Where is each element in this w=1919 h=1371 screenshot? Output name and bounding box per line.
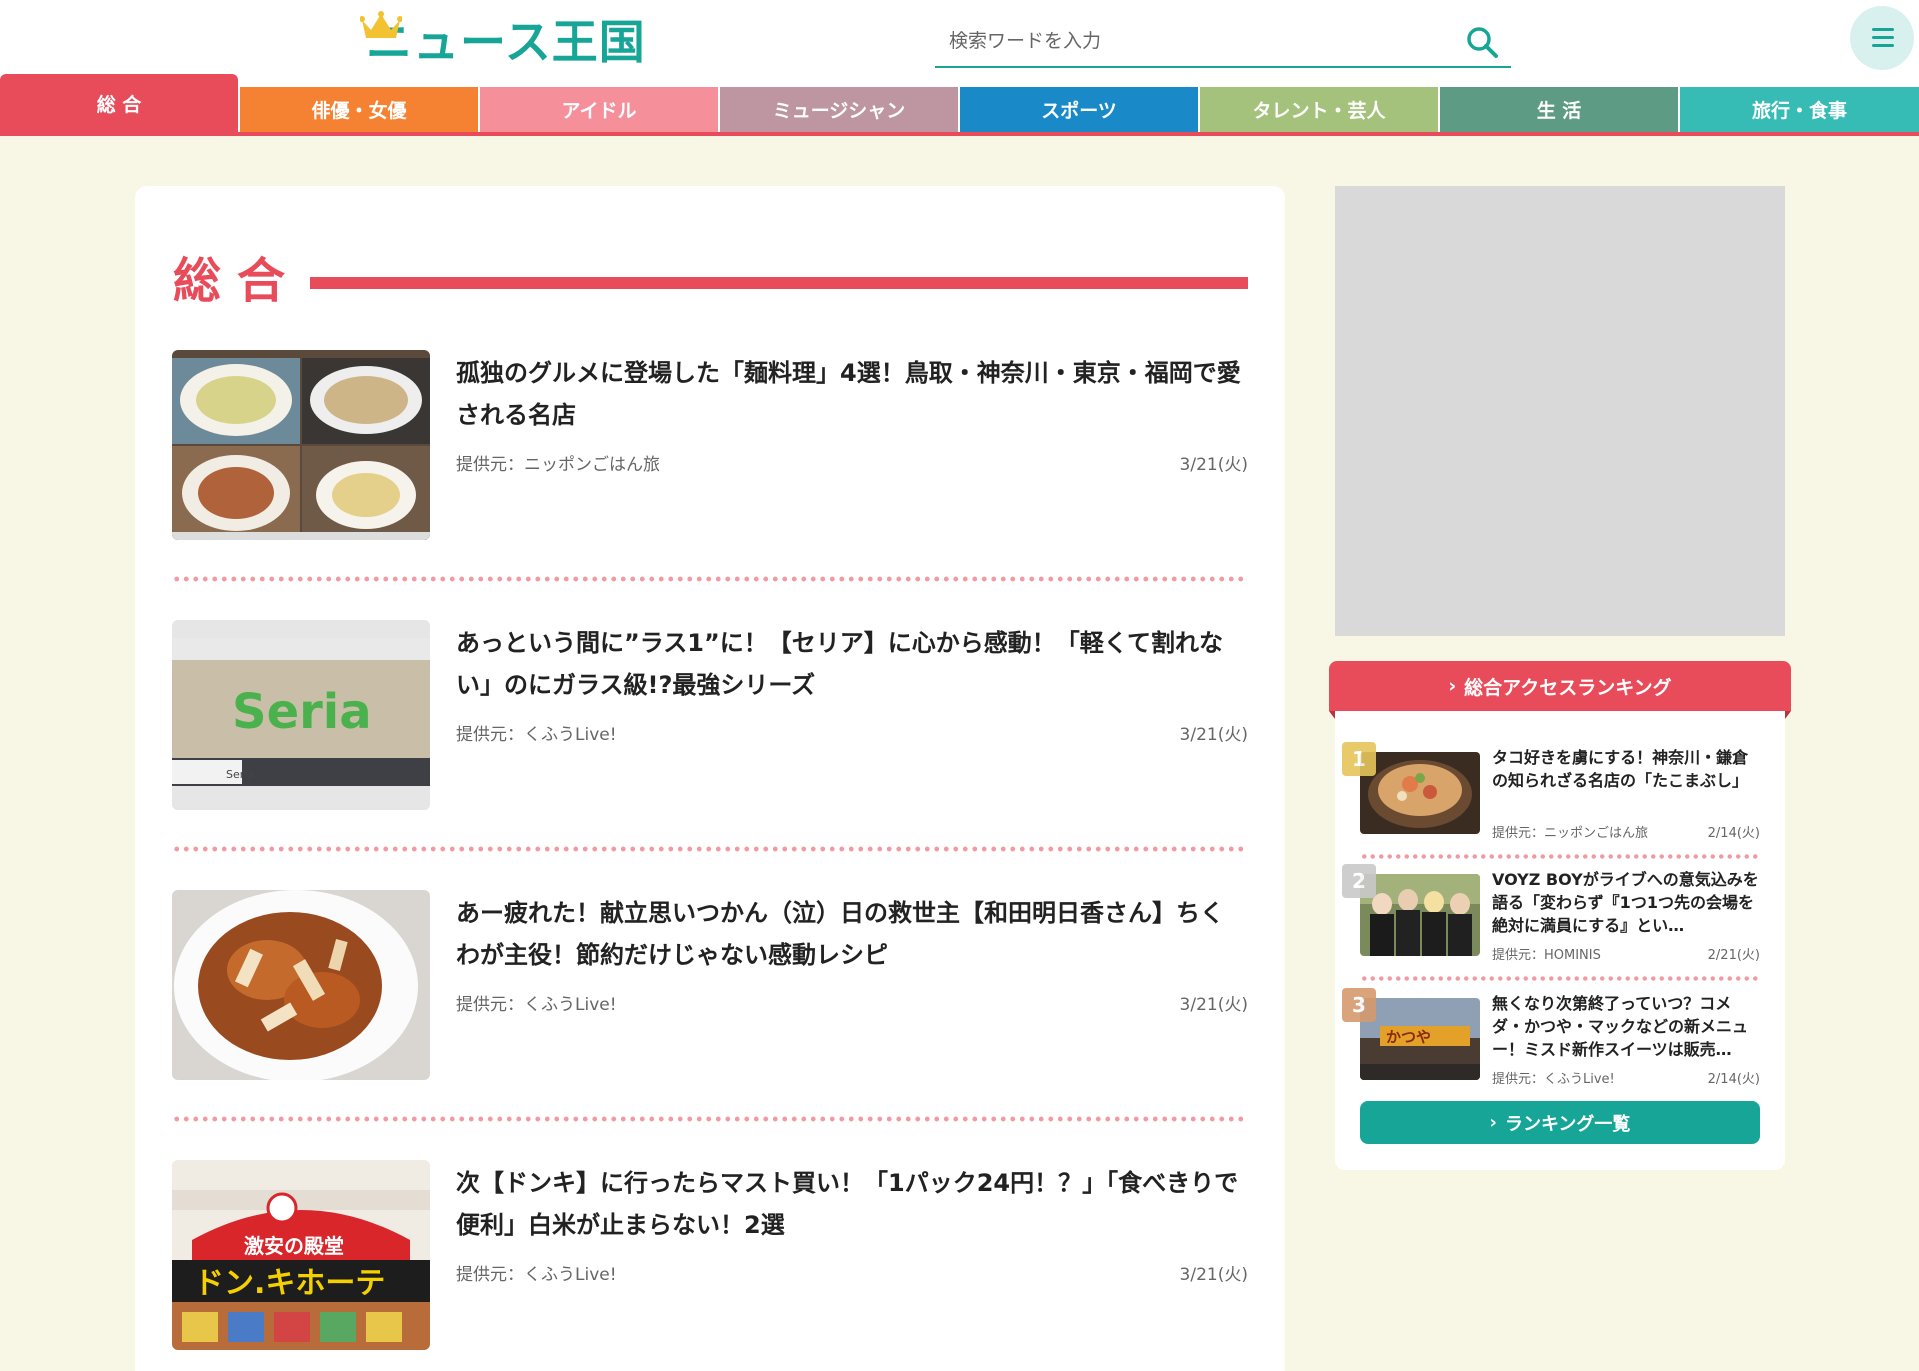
ranking-item[interactable]: 2 VOYZ BOYがライブへの意気込みを語る「変わらず『1つ1つ先の会場を絶対… — [1342, 864, 1760, 978]
site-logo-text: ニュース王国 — [366, 15, 646, 69]
ranking-date: 2/14(火) — [1707, 1072, 1760, 1087]
article-date: 3/21(火) — [1179, 1265, 1248, 1285]
svg-text:激安の殿堂: 激安の殿堂 — [244, 1234, 344, 1258]
article-title: 次【ドンキ】に行ったらマスト買い！「1パック24円！？」「食べきりで便利」白米が… — [456, 1169, 1239, 1239]
ranking-title: 無くなり次第終了っていつ？コメダ・かつや・マックなどの新メニュー！ミスド新作スイ… — [1492, 994, 1749, 1059]
article-title: あっという間に”ラス1”に！【セリア】に心から感動！「軽くて割れない」のにガラス… — [456, 629, 1224, 699]
ranking-thumbnail — [1360, 752, 1480, 834]
ad-slot[interactable] — [1335, 186, 1785, 636]
ranking-source: 提供元：HOMINIS — [1492, 948, 1601, 963]
article-date: 3/21(火) — [1179, 995, 1248, 1015]
ranking-title: タコ好きを虜にする！神奈川・鎌倉の知られざる名店の「たこまぶし」 — [1492, 748, 1749, 790]
article-card[interactable]: 激安の殿堂 ドン.キホーテ 次【ドンキ】に行ったらマスト買い！「1パック24円！… — [172, 1160, 1248, 1350]
article-thumbnail — [172, 890, 430, 1080]
divider — [1360, 854, 1760, 859]
article-source: 提供元：ニッポンごはん旅 — [456, 455, 660, 475]
article-card[interactable]: Seria Seria あっという間に”ラス1”に！【セリア】に心から感動！「軽… — [172, 620, 1248, 810]
ranking-header-fold — [1785, 711, 1791, 719]
ranking-title: VOYZ BOYがライブへの意気込みを語る「変わらず『1つ1つ先の会場を絶対に満… — [1492, 870, 1759, 935]
tab-general[interactable]: 総 合 — [0, 74, 238, 132]
tab-travel-food[interactable]: 旅行・食事 — [1680, 87, 1919, 132]
article-source: 提供元：くふうLive! — [456, 1265, 617, 1285]
tab-life[interactable]: 生 活 — [1440, 87, 1678, 132]
ranking-item[interactable]: 1 タコ好きを虜にする！神奈川・鎌倉の知られざる名店の「たこまぶし」 提供元：ニ… — [1342, 742, 1760, 856]
divider — [172, 1116, 1248, 1122]
ranking-item[interactable]: かつや 3 無くなり次第終了っていつ？コメダ・かつや・マックなどの新メニュー！ミ… — [1342, 988, 1760, 1102]
menu-icon-bar — [1872, 36, 1894, 39]
article-card[interactable]: あー疲れた！献立思いつかん（泣）日の救世主【和田明日香さん】ちくわが主役！節約だ… — [172, 890, 1248, 1080]
article-thumbnail: Seria Seria — [172, 620, 430, 810]
menu-icon — [1872, 28, 1894, 31]
svg-text:Seria: Seria — [232, 684, 372, 740]
article-thumbnail: 激安の殿堂 ドン.キホーテ — [172, 1160, 430, 1350]
search-box — [935, 18, 1511, 68]
rank-badge: 3 — [1342, 988, 1376, 1022]
ranking-date: 2/14(火) — [1707, 826, 1760, 841]
ranking-thumbnail: かつや — [1360, 998, 1480, 1080]
tab-sports[interactable]: スポーツ — [960, 87, 1198, 132]
ranking-source: 提供元：くふうLive! — [1492, 1072, 1615, 1087]
divider — [172, 846, 1248, 852]
divider — [172, 576, 1248, 582]
tab-idol[interactable]: アイドル — [480, 87, 718, 132]
divider — [1360, 976, 1760, 981]
chevron-right-icon: › — [1448, 675, 1457, 697]
ranking-date: 2/21(火) — [1707, 948, 1760, 963]
search-button[interactable] — [1463, 24, 1503, 60]
ranking-header[interactable]: › 総合アクセスランキング — [1329, 661, 1791, 711]
rank-badge: 2 — [1342, 864, 1376, 898]
article-title: あー疲れた！献立思いつかん（泣）日の救世主【和田明日香さん】ちくわが主役！節約だ… — [456, 899, 1224, 969]
search-icon — [1467, 27, 1498, 58]
ranking-list-button[interactable]: › ランキング一覧 — [1360, 1101, 1760, 1144]
section-title-rule — [310, 277, 1248, 289]
article-source: 提供元：くふうLive! — [456, 725, 617, 745]
article-title: 孤独のグルメに登場した「麺料理」4選！鳥取・神奈川・東京・福岡で愛される名店 — [456, 359, 1241, 429]
nav-underline — [0, 132, 1919, 136]
article-date: 3/21(火) — [1179, 725, 1248, 745]
crown-icon — [360, 11, 402, 38]
ranking-header-fold — [1329, 711, 1335, 719]
svg-text:Seria: Seria — [226, 768, 254, 781]
article-date: 3/21(火) — [1179, 455, 1248, 475]
site-logo[interactable]: ニュース王国 — [360, 10, 646, 72]
svg-text:かつや: かつや — [1386, 1028, 1431, 1046]
tab-actors[interactable]: 俳優・女優 — [240, 87, 478, 132]
rank-badge: 1 — [1342, 742, 1376, 776]
tab-musician[interactable]: ミュージシャン — [720, 87, 958, 132]
svg-text:ドン.キホーテ: ドン.キホーテ — [194, 1266, 385, 1301]
article-source: 提供元：くふうLive! — [456, 995, 617, 1015]
main-content: 総合 孤独のグルメに登場した「麺料理」4選！鳥取・神奈川・東京・福岡で愛される名… — [135, 186, 1285, 1371]
menu-button[interactable] — [1850, 6, 1914, 70]
tab-talent[interactable]: タレント・芸人 — [1200, 87, 1438, 132]
search-input[interactable] — [935, 18, 1455, 64]
article-thumbnail — [172, 350, 430, 540]
chevron-right-icon: › — [1489, 1112, 1497, 1133]
category-nav: 総 合 俳優・女優 アイドル ミュージシャン スポーツ タレント・芸人 生 活 … — [0, 74, 1919, 136]
menu-icon-bar — [1872, 44, 1894, 47]
article-card[interactable]: 孤独のグルメに登場した「麺料理」4選！鳥取・神奈川・東京・福岡で愛される名店 提… — [172, 350, 1248, 540]
ranking-source: 提供元：ニッポンごはん旅 — [1492, 826, 1649, 841]
ranking-thumbnail — [1360, 874, 1480, 956]
section-title: 総合 — [173, 253, 302, 309]
site-header: ニュース王国 — [0, 0, 1919, 78]
